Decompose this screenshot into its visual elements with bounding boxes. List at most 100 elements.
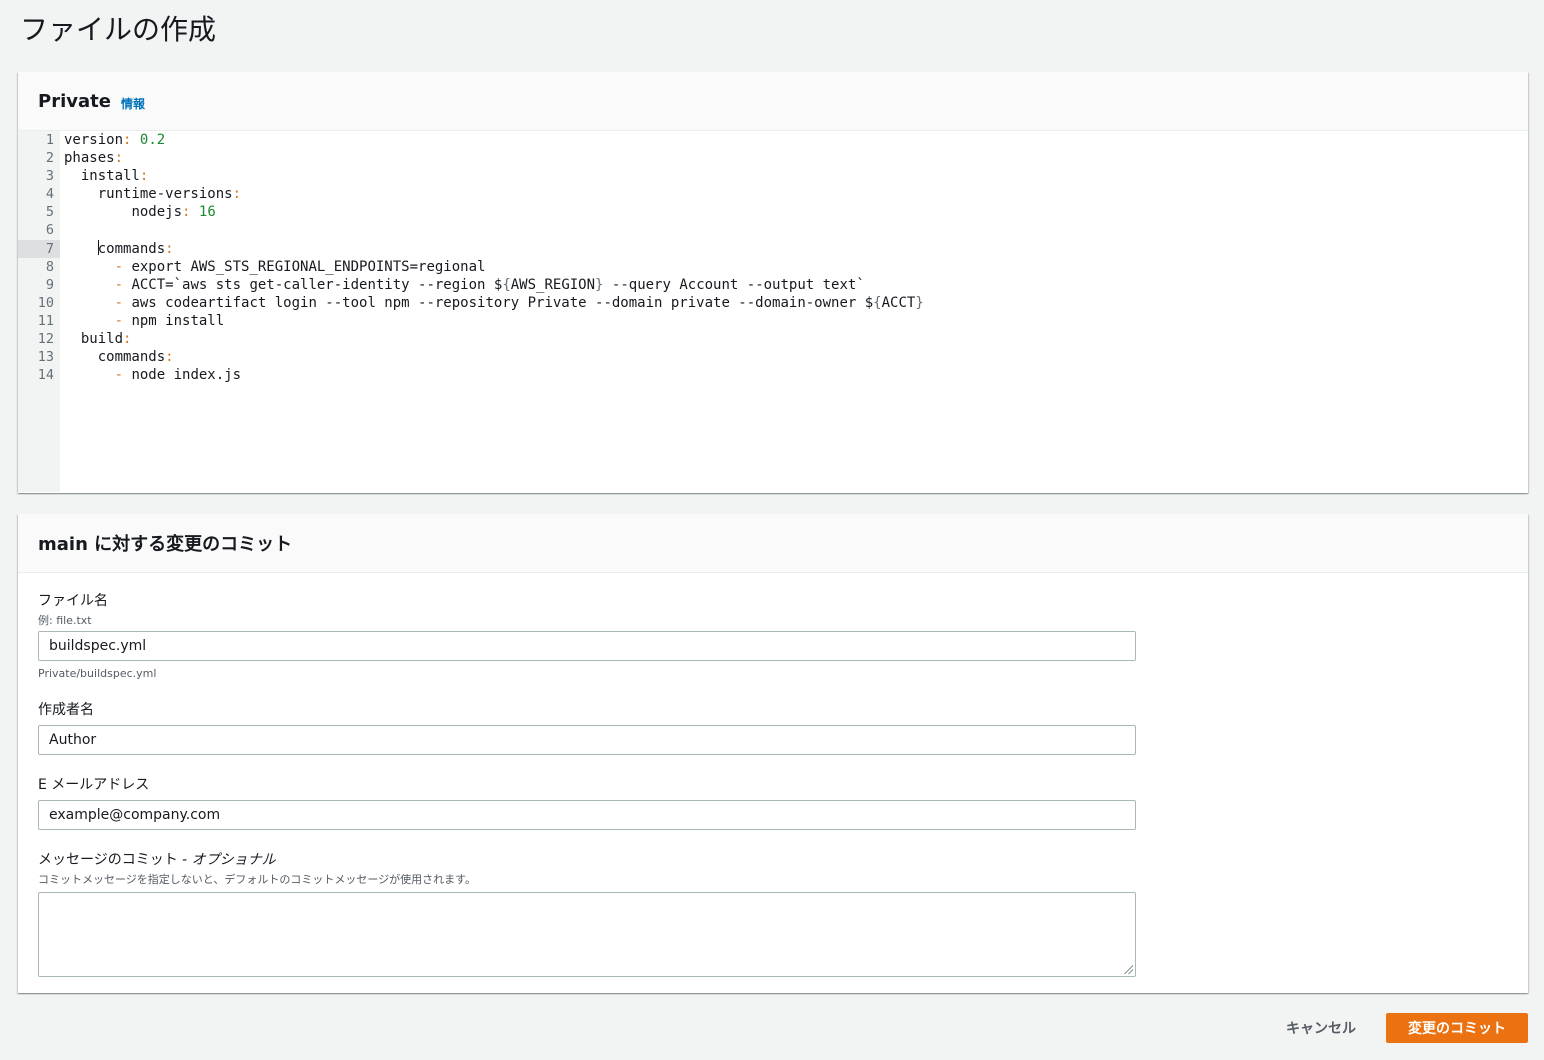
code-token: -	[114, 367, 124, 384]
code-token: AWS_REGION	[510, 276, 596, 293]
commit-changes-button[interactable]: 変更のコミット	[1386, 1013, 1528, 1043]
commit-panel-header: main に対する変更のコミット	[18, 514, 1528, 573]
editor-panel-title: Private	[38, 90, 111, 112]
line-number: 13	[37, 349, 54, 366]
file-name-input[interactable]: buildspec.yml	[38, 631, 1136, 661]
code-token: aws codeartifact login --tool npm --repo…	[123, 294, 874, 311]
code-token: :	[139, 168, 149, 185]
line-number: 8	[45, 258, 54, 275]
editor-panel: Private 情報 1 2 3 4 5 6 7 8 9 10 11 12 13 14 version: …	[18, 72, 1528, 493]
code-line: ​	[64, 221, 1528, 239]
commit-message-label-text: メッセージのコミット -	[38, 852, 192, 868]
code-token: 16	[198, 204, 216, 221]
file-name-field: ファイル名 例: file.txt buildspec.yml Private/…	[38, 590, 1136, 680]
code-token: -	[114, 276, 124, 293]
email-label: E メールアドレス	[38, 777, 150, 793]
code-line: - ACCT=`aws sts get-caller-identity --re…	[64, 276, 1528, 294]
code-token: node index.js	[123, 367, 242, 384]
line-number: 12	[37, 331, 54, 348]
author-field: 作成者名 Author	[38, 699, 1136, 755]
code-token: :	[165, 349, 174, 366]
code-token: export AWS_STS_REGIONAL_ENDPOINTS=region…	[123, 258, 486, 275]
line-number: 3	[45, 168, 54, 185]
code-line: commands:	[64, 348, 1528, 366]
code-token: ACCT=`aws sts get-caller-identity --regi…	[123, 276, 503, 293]
info-link[interactable]: 情報	[121, 95, 145, 112]
code-line: - export AWS_STS_REGIONAL_ENDPOINTS=regi…	[64, 258, 1528, 276]
commit-panel-title: main に対する変更のコミット	[38, 534, 293, 555]
optional-tag: オプショナル	[191, 852, 276, 868]
commit-panel: main に対する変更のコミット ファイル名 例: file.txt build…	[18, 514, 1528, 993]
line-number: 11	[37, 312, 54, 329]
code-line: build:	[64, 330, 1528, 348]
code-line: phases:	[64, 149, 1528, 167]
code-line: - npm install	[64, 312, 1528, 330]
author-input[interactable]: Author	[38, 725, 1136, 755]
code-token: --query Account --output text`	[603, 276, 865, 293]
email-field: E メールアドレス example@company.com	[38, 774, 1136, 830]
file-path-hint: Private/buildspec.yml	[38, 667, 157, 680]
commit-message-field: メッセージのコミット - オプショナル コミットメッセージを指定しないと、デフォ…	[38, 849, 1136, 977]
line-number: 7	[18, 239, 60, 258]
code-token: npm install	[123, 312, 225, 329]
code-token: install	[80, 168, 140, 185]
line-number: 4	[45, 186, 54, 203]
code-token: ACCT	[881, 294, 916, 311]
code-token: commands	[97, 349, 166, 366]
code-token: phases	[64, 150, 115, 167]
code-token: nodejs	[131, 204, 183, 221]
page-title: ファイルの作成	[20, 13, 217, 46]
code-line: nodejs: 16	[64, 203, 1528, 221]
code-line: - node index.js	[64, 366, 1528, 384]
code-token: }	[915, 294, 924, 311]
code-token: -	[114, 294, 124, 311]
code-line: runtime-versions:	[64, 185, 1528, 203]
line-number: 5	[45, 204, 54, 221]
commit-message-textarea[interactable]	[38, 892, 1136, 977]
line-number-gutter: 1 2 3 4 5 6 7 8 9 10 11 12 13 14	[18, 131, 60, 492]
file-name-label: ファイル名	[38, 593, 108, 609]
line-number: 2	[45, 150, 54, 167]
code-token: -	[114, 258, 124, 275]
email-input[interactable]: example@company.com	[38, 800, 1136, 830]
author-label: 作成者名	[38, 702, 94, 718]
commit-message-label: メッセージのコミット - オプショナル	[38, 849, 1136, 869]
code-token: version	[64, 132, 124, 148]
line-number: 14	[37, 367, 54, 384]
code-token: build	[80, 331, 124, 348]
code-token: runtime-versions	[97, 186, 233, 203]
resize-handle-icon[interactable]	[1123, 964, 1133, 974]
code-token: {	[502, 276, 511, 293]
code-area[interactable]: version: 0.2 phases: install: runtime-ver…	[64, 131, 1528, 492]
line-number: 9	[45, 276, 54, 293]
code-token: commands	[97, 240, 166, 257]
line-number: 10	[37, 294, 54, 311]
code-token: :	[114, 150, 124, 167]
line-number: 1	[45, 132, 54, 148]
code-line: commands:	[64, 239, 1528, 258]
code-line: version: 0.2	[64, 131, 1528, 149]
code-token: :	[165, 240, 174, 257]
code-token: :	[232, 186, 242, 203]
code-line: - aws codeartifact login --tool npm --re…	[64, 294, 1528, 312]
code-token: 0.2	[139, 132, 166, 148]
code-editor[interactable]: 1 2 3 4 5 6 7 8 9 10 11 12 13 14 version: 0.2 phases: …	[18, 131, 1528, 492]
file-name-description: 例: file.txt	[38, 614, 92, 627]
code-token: :	[123, 331, 132, 348]
line-number: 6	[45, 222, 54, 239]
form-actions: キャンセル 変更のコミット	[1286, 1013, 1528, 1043]
cancel-button[interactable]: キャンセル	[1286, 1018, 1356, 1038]
editor-panel-header: Private 情報	[18, 72, 1528, 131]
